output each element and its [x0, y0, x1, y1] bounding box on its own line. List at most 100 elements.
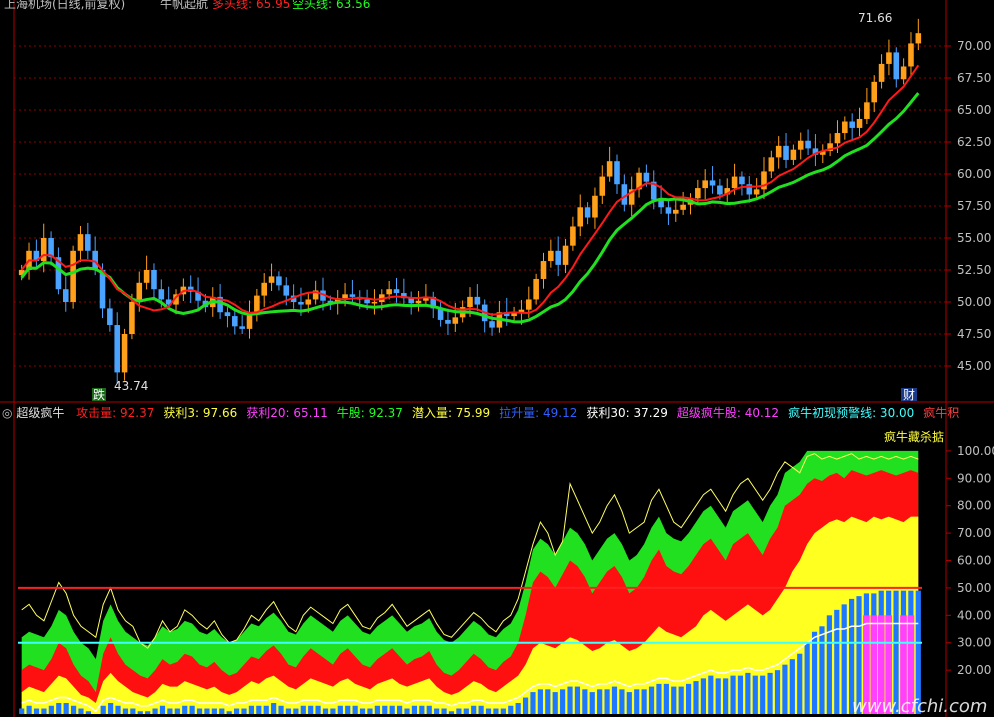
lift-bar [522, 697, 529, 714]
lift-bar [456, 708, 462, 714]
lift-bar [56, 703, 62, 714]
candle-body [900, 66, 907, 80]
lift-bar [619, 689, 625, 714]
candle-body [878, 63, 885, 82]
candle-body [364, 299, 370, 304]
candle-body [239, 326, 245, 329]
lift-bar [678, 686, 684, 714]
lift-bar [330, 708, 336, 714]
lift-bar [656, 683, 662, 714]
candle-body [386, 289, 392, 295]
lift-bar [315, 705, 321, 714]
lift-bar [626, 692, 632, 714]
sub-y-tick-label: 90.00 [957, 471, 991, 485]
y-tick-label: 47.50 [957, 327, 991, 341]
lift-bar [708, 675, 714, 714]
lift-bar [419, 705, 425, 714]
candle-body [643, 172, 650, 182]
candle-body [107, 308, 113, 326]
lift-bar [167, 708, 173, 714]
candle-body [415, 300, 422, 304]
sub-y-tick-label: 50.00 [957, 581, 991, 595]
candle-body [305, 299, 312, 305]
sub-indicator-icon: ◎ [2, 406, 13, 420]
lift-bar [574, 686, 581, 714]
lift-bar [33, 708, 40, 714]
lift-bar [634, 689, 640, 714]
candle-body [151, 270, 157, 290]
bull-line-label: 多头线: [212, 0, 252, 11]
lift-bar [448, 711, 455, 714]
candle-body [349, 294, 356, 297]
sub-legend-item: 牛股: 92.37 [336, 406, 403, 420]
lift-bar [389, 705, 395, 714]
lift-bar [485, 708, 492, 714]
candle-body [665, 207, 672, 214]
lift-bar [359, 708, 366, 714]
lift-bar [211, 708, 217, 714]
lift-bar [137, 711, 143, 714]
high-price-label: 71.66 [858, 11, 892, 25]
lift-bar [85, 711, 91, 714]
y-tick-label: 55.00 [957, 231, 991, 245]
candle-body [592, 195, 598, 218]
lift-bar [560, 689, 566, 714]
die-marker: 跌 [93, 387, 105, 402]
sub-legend-item: 攻击量: 92.37 [76, 406, 155, 420]
lift-bar [345, 705, 351, 714]
lift-bar [382, 705, 388, 714]
y-tick-label: 65.00 [957, 103, 991, 117]
lift-bar [115, 705, 121, 714]
sub-panel-marker: 疯牛藏杀掂 [884, 429, 944, 444]
candle-body [695, 188, 701, 199]
sub-legend-item: 超级疯牛股: 40.12 [676, 406, 780, 420]
lift-bar [130, 708, 136, 714]
lift-bar [752, 675, 758, 714]
lift-bar [685, 683, 692, 714]
candle-body [584, 207, 591, 218]
lift-bar [648, 686, 655, 714]
lift-bar [374, 705, 380, 714]
lift-bar [352, 705, 358, 714]
candle-body [511, 313, 517, 317]
lift-bar [182, 705, 188, 714]
candle-body [158, 289, 165, 300]
sub-area-series [19, 450, 921, 714]
candle-body [467, 296, 473, 308]
lift-bar [834, 609, 840, 714]
sub-y-tick-label: 80.00 [957, 499, 991, 513]
lift-bar [700, 678, 707, 714]
candle-body [371, 302, 378, 304]
candle-body [129, 302, 135, 334]
y-tick-label: 70.00 [957, 39, 991, 53]
lift-bar [797, 653, 803, 714]
candle-body [452, 317, 459, 324]
lift-bar [226, 711, 232, 714]
candle-body [70, 250, 76, 302]
lift-bar [204, 708, 210, 714]
lift-bar [152, 708, 158, 714]
lift-bar [789, 659, 795, 714]
candle-body [856, 118, 863, 128]
sub-item-list: 攻击量: 92.37 获利3: 97.66 获利20: 65.11 牛股: 92.37… [76, 406, 968, 420]
lift-bar [811, 631, 818, 714]
lift-bar [693, 681, 699, 714]
lift-bar [760, 675, 766, 714]
candle-body [842, 121, 848, 134]
candle-body [62, 289, 69, 302]
candle-body [224, 312, 231, 317]
candle-body [680, 204, 686, 210]
sub-legend-item: 获利30: 37.29 [586, 406, 668, 420]
candle-body [342, 294, 348, 299]
candle-body [893, 52, 900, 80]
sub-legend-item: 疯牛积 [923, 406, 960, 420]
lift-bar [70, 705, 77, 714]
candle-body [540, 261, 547, 279]
lift-bar [663, 683, 669, 714]
candle-body [805, 140, 811, 149]
lift-bar [782, 664, 788, 714]
candle-body [797, 140, 804, 150]
candle-body [577, 207, 584, 227]
lift-bar [826, 615, 832, 714]
candle-body [555, 250, 561, 265]
